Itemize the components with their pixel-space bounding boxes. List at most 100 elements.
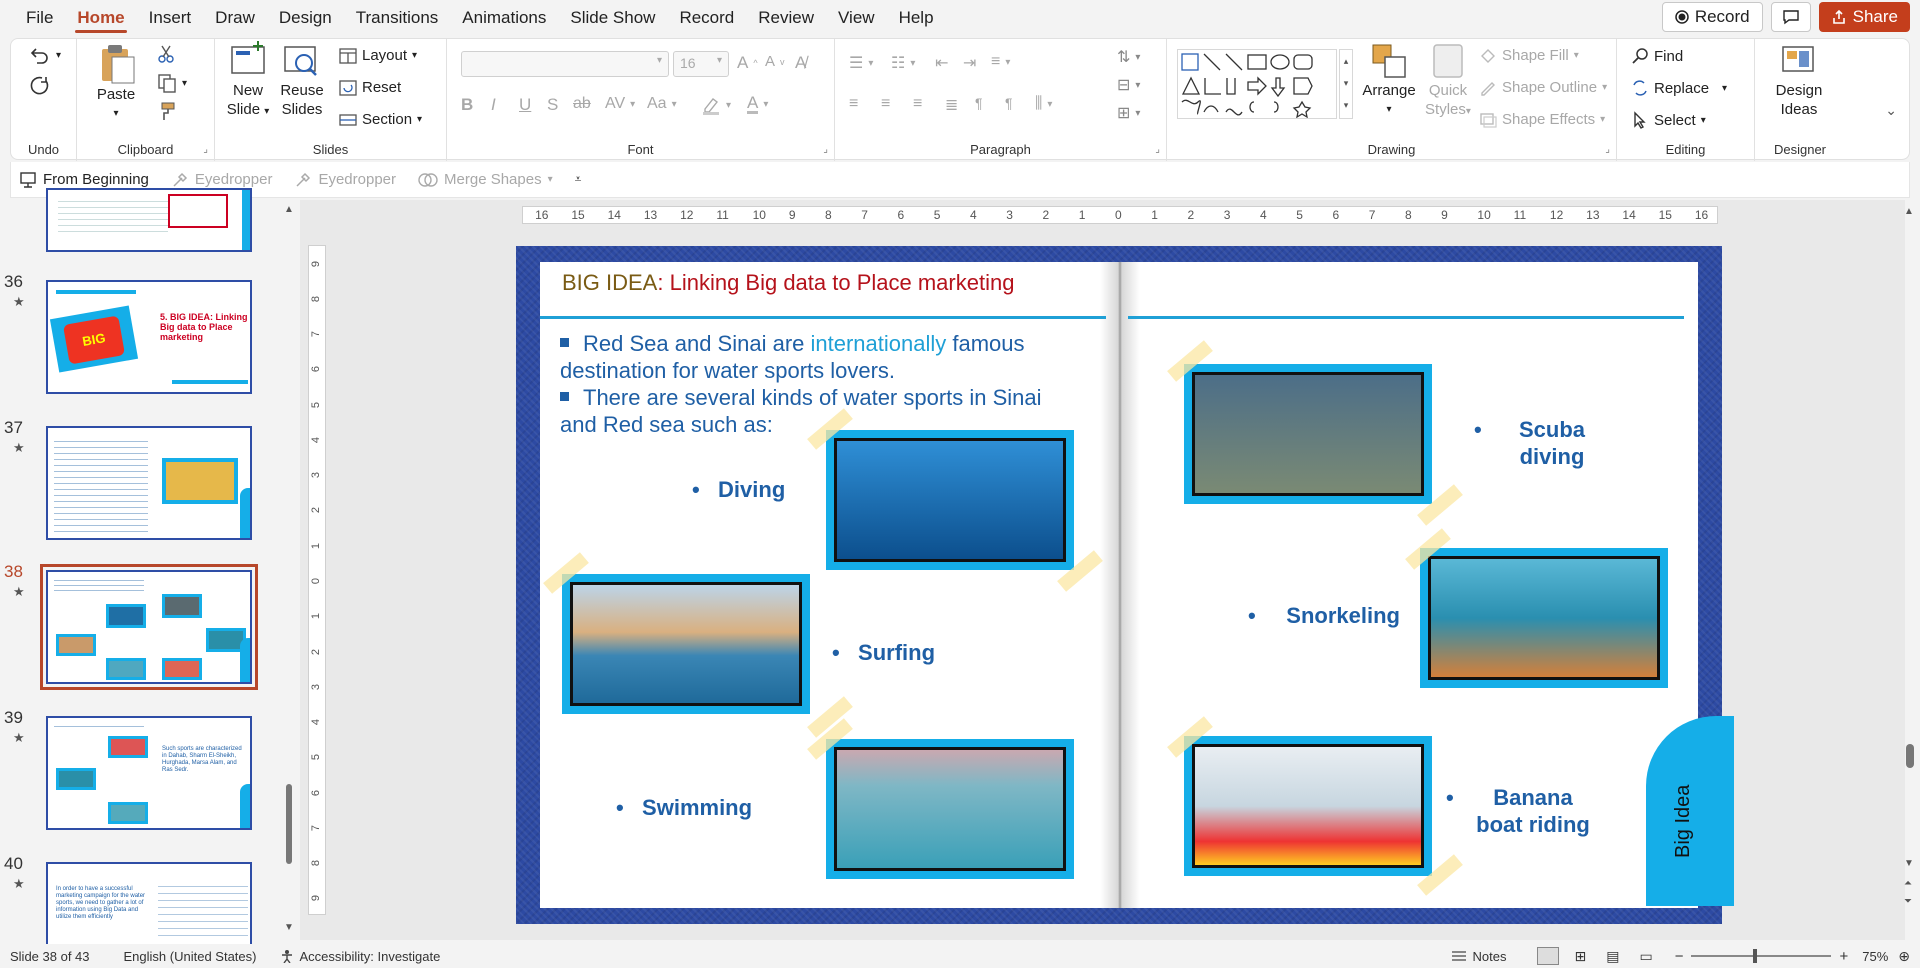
tab-home[interactable]: Home [65,0,136,36]
rtl-button[interactable]: ¶ [1005,95,1013,111]
copy-button[interactable]: ▾ [157,73,187,93]
tab-transitions[interactable]: Transitions [344,0,451,36]
zoom-out-button[interactable]: − [1675,948,1684,965]
thumbnails-scroll-thumb[interactable] [286,784,292,864]
zoom-slider-thumb[interactable] [1753,949,1758,963]
dialog-launcher-icon[interactable]: ⌟ [823,144,828,155]
font-size-combo[interactable]: 16 ▾ [673,51,729,77]
scuba-diving-photo[interactable] [1184,364,1432,504]
slide-thumbnail-39[interactable]: Such sports are characterized in Dahab, … [46,716,252,830]
underline-button[interactable]: U [519,95,531,115]
shadow-button[interactable]: S [547,95,558,115]
redo-button[interactable] [29,75,51,97]
tab-review[interactable]: Review [746,0,826,36]
arrange-button[interactable]: Arrange ▾ [1359,41,1419,119]
collapse-ribbon-icon[interactable]: ⌄ [1885,102,1897,119]
shape-effects-button[interactable]: Shape Effects ▾ [1479,111,1605,128]
zoom-level[interactable]: 75% [1862,949,1888,964]
bold-button[interactable]: B [461,95,473,115]
grow-font-button[interactable]: A ^ [737,53,758,73]
normal-view-button[interactable] [1536,947,1559,965]
new-slide-button[interactable]: New Slide ▾ [221,41,275,121]
shapes-gallery[interactable] [1177,49,1337,119]
undo-button[interactable]: ▾ [29,45,61,65]
banana-boat-photo[interactable] [1184,736,1432,876]
font-name-combo[interactable]: ▾ [461,51,669,77]
tab-animations[interactable]: Animations [450,0,558,36]
center-button[interactable]: ≡ [881,95,890,113]
scroll-up-icon[interactable]: ▲ [284,204,294,215]
slide-thumbnail-37[interactable] [46,426,252,540]
eyedropper-button-1[interactable]: Eyedropper [171,171,272,189]
current-slide[interactable]: BIG IDEA: Linking Big data to Place mark… [516,246,1734,924]
accessibility-checker[interactable]: Accessibility: Investigate [280,949,440,964]
paste-button[interactable]: Paste ▾ [91,41,141,123]
design-ideas-button[interactable]: Design Ideas [1763,41,1835,119]
shape-fill-button[interactable]: Shape Fill ▾ [1479,47,1579,64]
next-slide-icon[interactable]: ⏷ [1904,896,1912,907]
share-button[interactable]: Share [1818,2,1910,32]
surfing-photo[interactable] [562,574,810,714]
canvas-scroll-thumb[interactable] [1906,744,1914,768]
align-left-button[interactable]: ≡ [849,95,858,113]
record-button[interactable]: Record [1661,2,1763,32]
shapes-scroll[interactable]: ▴ ▾ ▾ [1339,49,1353,119]
slide-thumbnail-38[interactable] [40,564,258,690]
shape-outline-button[interactable]: Shape Outline ▾ [1479,79,1607,96]
slide-sorter-button[interactable]: ⊞ [1575,948,1587,965]
notes-button[interactable]: Notes [1451,949,1507,964]
slide-thumbnail-40[interactable]: In order to have a successful marketing … [46,862,252,946]
eyedropper-button-2[interactable]: Eyedropper [294,171,396,189]
layout-button[interactable]: Layout ▾ [339,47,417,64]
tab-record[interactable]: Record [667,0,746,36]
bullets-button[interactable]: ☰ ▾ [849,53,873,73]
font-color-button[interactable]: A ▾ [747,94,768,114]
scroll-down-icon[interactable]: ▼ [284,922,294,933]
shrink-font-button[interactable]: Av [765,53,785,70]
decrease-indent-button[interactable]: ⇤ [935,53,948,73]
label-banana-boat[interactable]: • Banana boat riding [1446,784,1596,838]
replace-button[interactable]: Replace ▾ [1631,79,1727,97]
clear-formatting-button[interactable]: A̸ [795,53,806,73]
italic-button[interactable]: I [491,95,496,115]
tab-help[interactable]: Help [887,0,946,36]
label-diving[interactable]: • Diving [692,476,785,503]
columns-button[interactable]: ⫼ ▾ [1035,95,1052,113]
align-right-button[interactable]: ≡ [913,95,922,113]
slide-title[interactable]: BIG IDEA: Linking Big data to Place mark… [562,270,1014,296]
dialog-launcher-icon[interactable]: ⌟ [1605,144,1610,155]
thumbnails-scrollbar[interactable]: ▲ ▼ [283,200,295,940]
swimming-photo[interactable] [826,739,1074,879]
cut-button[interactable] [157,45,175,63]
customize-qat-button[interactable]: ⩡ [575,172,582,187]
justify-button[interactable]: ≣ [945,95,958,115]
section-button[interactable]: Section ▾ [339,111,422,128]
diving-photo[interactable] [826,430,1074,570]
tab-slide-show[interactable]: Slide Show [558,0,667,36]
language-indicator[interactable]: English (United States) [124,949,257,964]
reading-view-button[interactable]: ▤ [1606,948,1619,965]
label-scuba-diving[interactable]: • Scuba diving [1474,416,1604,470]
dialog-launcher-icon[interactable]: ⌟ [203,144,208,155]
line-spacing-button[interactable]: ≡ ▾ [991,53,1010,71]
dialog-launcher-icon[interactable]: ⌟ [1155,144,1160,155]
find-button[interactable]: Find [1631,47,1683,65]
tab-file[interactable]: File [14,0,65,36]
smartart-button[interactable]: ⊞ ▾ [1117,103,1140,123]
merge-shapes-button[interactable]: Merge Shapes ▾ [418,171,553,189]
reset-button[interactable]: Reset [339,79,401,96]
text-direction-button[interactable]: ⇅ ▾ [1117,47,1140,67]
tab-view[interactable]: View [826,0,887,36]
tab-design[interactable]: Design [267,0,344,36]
label-swimming[interactable]: • Swimming [616,794,752,821]
highlight-button[interactable]: ▾ [701,95,731,115]
select-button[interactable]: Select ▾ [1631,111,1706,129]
zoom-slider[interactable] [1691,949,1832,963]
strikethrough-button[interactable]: ab [573,95,591,113]
previous-slide-icon[interactable]: ⏶ [1904,878,1912,889]
tab-draw[interactable]: Draw [203,0,267,36]
zoom-in-button[interactable]: + [1839,948,1848,965]
increase-indent-button[interactable]: ⇥ [963,53,976,73]
slide-thumbnail-35[interactable] [46,188,252,252]
scroll-up-icon[interactable]: ▲ [1904,206,1914,217]
